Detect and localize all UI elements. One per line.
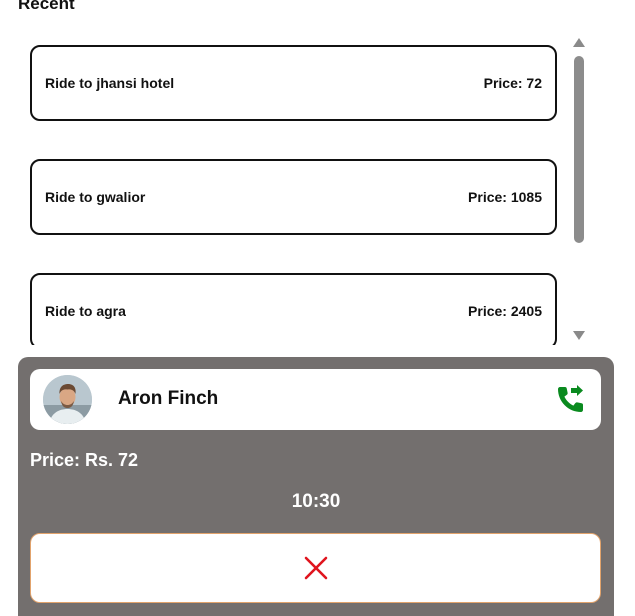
driver-info-card: Aron Finch [30, 369, 601, 430]
scroll-up-arrow-icon[interactable] [573, 38, 585, 47]
driver-avatar [43, 375, 92, 424]
ride-price: Price: 72 [483, 75, 542, 91]
driver-panel: Aron Finch Price: Rs. 72 10:30 [18, 357, 614, 616]
section-title-recent: Recent [18, 0, 75, 13]
ride-destination: Ride to gwalior [45, 189, 146, 205]
recent-rides-list[interactable]: Ride to jhansi hotel Price: 72 Ride to g… [30, 45, 558, 345]
ride-card[interactable]: Ride to jhansi hotel Price: 72 [30, 45, 557, 121]
ride-price: Price: 1085 [468, 189, 542, 205]
ride-destination: Ride to agra [45, 303, 126, 319]
trip-price: Price: Rs. 72 [30, 450, 139, 470]
scrollbar[interactable] [572, 38, 586, 342]
ride-card[interactable]: Ride to agra Price: 2405 [30, 273, 557, 345]
scroll-down-arrow-icon[interactable] [573, 331, 585, 340]
trip-eta: 10:30 [291, 491, 341, 512]
cancel-ride-button[interactable] [30, 533, 601, 603]
ride-card[interactable]: Ride to gwalior Price: 1085 [30, 159, 557, 235]
scrollbar-thumb[interactable] [574, 56, 584, 243]
close-icon [304, 556, 327, 580]
ride-price: Price: 2405 [468, 303, 542, 319]
ride-destination: Ride to jhansi hotel [45, 75, 175, 91]
phone-forward-icon[interactable] [554, 384, 586, 416]
driver-name: Aron Finch [118, 388, 219, 409]
